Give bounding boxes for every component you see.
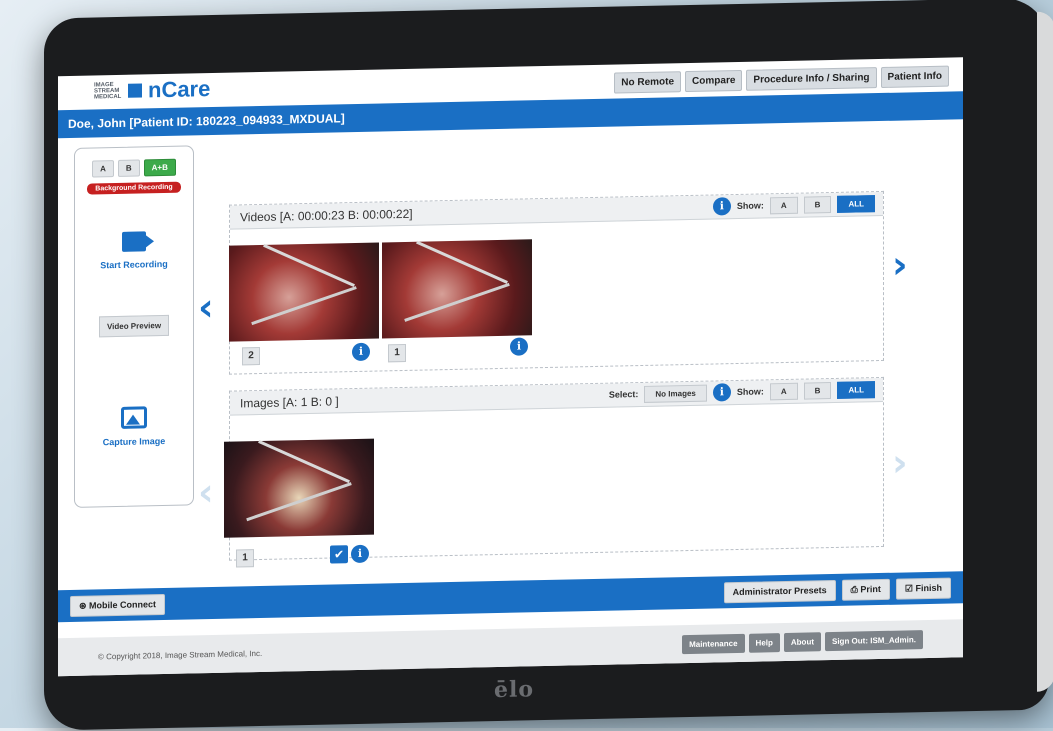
videos-prev-chevron-icon[interactable]: ‹ [198,285,214,329]
recording-panel: A B A+B Background Recording Start Recor… [74,145,194,508]
videos-filter-b[interactable]: B [803,195,832,214]
tab-procedure-info[interactable]: Procedure Info / Sharing [746,67,877,91]
app-title: nCare [148,76,211,103]
images-title: Images [A: 1 B: 0 ] [240,394,339,411]
image-number: 1 [236,549,254,568]
mobile-connect-label: Mobile Connect [89,598,157,611]
sign-out-button[interactable]: Sign Out: ISM_Admin. [825,629,923,651]
videos-section: Videos [A: 00:00:23 B: 00:00:22] i Show:… [229,190,884,375]
image-thumbnail[interactable] [224,438,374,538]
tab-compare[interactable]: Compare [685,69,743,93]
help-button[interactable]: Help [748,632,780,653]
elo-brand-logo: ēlo [494,676,535,704]
capture-image-button[interactable]: Capture Image [75,435,193,447]
video-info-icon[interactable]: i [510,337,528,356]
check-box-icon: ☑ [904,582,913,593]
video-info-icon[interactable]: i [352,342,370,362]
copyright-text: © Copyright 2018, Image Stream Medical, … [98,648,263,661]
start-recording-button[interactable]: Start Recording [75,258,193,270]
tab-patient-info[interactable]: Patient Info [880,65,949,89]
info-icon[interactable]: i [712,197,731,216]
company-logo: IMAGE STREAM MEDICAL [94,82,122,101]
channel-a-button[interactable]: A [92,160,114,178]
video-number: 2 [242,347,260,366]
images-section: Images [A: 1 B: 0 ] Select: No Images i … [224,376,884,568]
video-preview-button[interactable]: Video Preview [99,314,169,338]
finish-label: Finish [915,582,943,593]
maintenance-button[interactable]: Maintenance [682,633,745,654]
print-button[interactable]: ⎙ Print [841,578,890,601]
video-number: 1 [388,343,406,363]
image-icon[interactable] [121,406,147,429]
background-recording-badge: Background Recording [87,181,181,195]
logo-mark-icon [128,83,142,98]
images-filter-all[interactable]: ALL [837,380,875,399]
videos-show-label: Show: [736,200,764,212]
videos-title: Videos [A: 00:00:23 B: 00:00:22] [240,206,413,225]
videos-next-chevron-icon[interactable]: › [892,242,908,286]
images-prev-chevron-icon[interactable]: ‹ [198,470,214,514]
images-select-label: Select: [608,389,639,400]
printer-icon: ⎙ [850,583,858,595]
images-filter-a[interactable]: A [769,382,798,400]
images-filter-b[interactable]: B [803,381,832,400]
mobile-connect-button[interactable]: ⊛ Mobile Connect [70,593,166,617]
about-button[interactable]: About [783,631,821,652]
header-tabs: No Remote Compare Procedure Info / Shari… [614,65,949,94]
finish-button[interactable]: ☑ Finish [895,577,951,600]
channel-b-button[interactable]: B [117,159,140,177]
videos-filter-a[interactable]: A [769,196,798,214]
video-thumbnail[interactable] [229,242,379,342]
monitor-edge [1037,11,1053,692]
action-buttons: Administrator Presets ⎙ Print ☑ Finish [723,577,951,603]
footer-buttons: Maintenance Help About Sign Out: ISM_Adm… [682,629,923,654]
images-show-label: Show: [736,386,764,398]
channel-selector: A B A+B [75,158,193,178]
monitor-bezel: ⌂ IMAGE STREAM MEDICAL nCare No Remote C… [44,0,1053,731]
images-select-dropdown[interactable]: No Images [644,384,707,403]
administrator-presets-button[interactable]: Administrator Presets [723,579,836,603]
videos-filter-all[interactable]: ALL [837,194,875,213]
channel-ab-button[interactable]: A+B [143,158,176,177]
tab-no-remote[interactable]: No Remote [614,71,682,94]
checkmark-icon[interactable]: ✔ [330,545,348,564]
print-label: Print [860,583,881,594]
video-thumbnail[interactable] [382,239,532,339]
video-camera-icon[interactable] [122,231,146,252]
info-icon[interactable]: i [712,383,731,402]
images-next-chevron-icon[interactable]: › [892,440,908,484]
